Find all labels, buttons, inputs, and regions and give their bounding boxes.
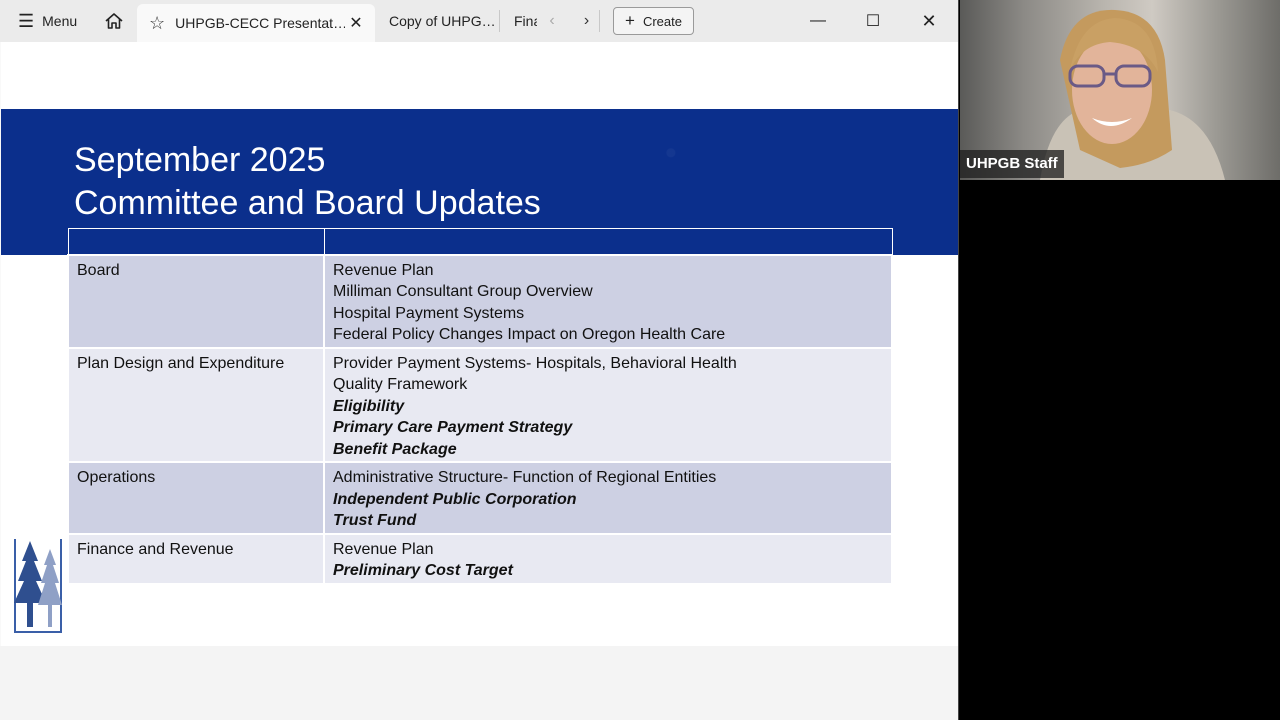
table-header-cell (67, 228, 325, 255)
list-item: Quality Framework (333, 376, 468, 393)
list-item: Revenue Plan (333, 261, 434, 279)
chevron-left-icon: ‹ (549, 12, 555, 29)
video-panel-background (960, 180, 1280, 720)
list-item: Administrative Structure- Function of Re… (333, 469, 717, 486)
menu-button[interactable]: ☰ Menu (8, 0, 88, 42)
tab-label: Copy of UHPG… (389, 13, 496, 29)
table-row: Plan Design and Expenditure Provider Pay… (67, 346, 893, 463)
slide-title: September 2025 Committee and Board Updat… (74, 139, 541, 225)
table-row: Board Revenue Plan Milliman Consultant G… (67, 253, 893, 349)
chevron-right-icon: › (583, 12, 590, 29)
list-item: Preliminary Cost Target (333, 562, 513, 579)
list-item: Milliman Consultant Group Overview (333, 283, 593, 300)
minimize-button[interactable]: — (805, 0, 831, 42)
tab-finance[interactable]: Fina (501, 10, 537, 32)
slide-title-line2: Committee and Board Updates (74, 184, 541, 222)
table-row: Finance and Revenue Revenue Plan Prelimi… (67, 532, 893, 585)
star-icon[interactable]: ☆ (149, 13, 165, 34)
maximize-icon: ☐ (865, 13, 881, 30)
committee-cell: Operations (67, 461, 325, 535)
tab-active-presentation[interactable]: ☆ UHPGB-CECC Presentat… ✕ (137, 4, 375, 42)
list-item: Independent Public Corporation (333, 490, 577, 508)
committee-cell: Board (67, 253, 325, 349)
items-cell: Revenue Plan Milliman Consultant Group O… (323, 253, 893, 349)
home-icon (105, 13, 123, 29)
committee-cell: Finance and Revenue (67, 532, 325, 585)
menu-label: Menu (42, 13, 78, 29)
table-row: Operations Administrative Structure- Fun… (67, 461, 893, 535)
tab-label: Fina (514, 13, 537, 29)
list-item: Benefit Package (333, 440, 457, 458)
slide: September 2025 Committee and Board Updat… (1, 42, 958, 646)
slide-footer-area (0, 646, 958, 720)
tabs-prev-button[interactable]: ‹ (541, 0, 563, 42)
tab-copy-of-uhpgb[interactable]: Copy of UHPG… (376, 10, 500, 32)
hamburger-icon: ☰ (18, 10, 35, 31)
participant-video[interactable]: UHPGB Staff (960, 0, 1280, 180)
home-button[interactable] (100, 0, 128, 42)
title-bar: ☰ Menu ☆ UHPGB-CECC Presentat… ✕ Copy of… (0, 0, 958, 42)
items-cell: Administrative Structure- Function of Re… (323, 461, 893, 535)
tab-label: UHPGB-CECC Presentat… (175, 15, 345, 31)
updates-table: Board Revenue Plan Milliman Consultant G… (67, 228, 893, 585)
list-item: Trust Fund (333, 512, 417, 529)
list-item: Provider Payment Systems- Hospitals, Beh… (333, 354, 737, 372)
slide-title-line1: September 2025 (74, 141, 326, 179)
committee-cell: Plan Design and Expenditure (67, 346, 325, 463)
minimize-icon: — (810, 12, 826, 29)
create-label: Create (642, 13, 682, 29)
table-header-cell (323, 228, 893, 255)
tab-close-icon[interactable]: ✕ (345, 13, 367, 33)
list-item: Primary Care Payment Strategy (333, 419, 573, 436)
participant-name: UHPGB Staff (960, 150, 1064, 178)
create-button[interactable]: + Create (613, 7, 694, 35)
tree-logo (14, 539, 62, 633)
presentation-window: ☰ Menu ☆ UHPGB-CECC Presentat… ✕ Copy of… (0, 0, 959, 720)
list-item: Federal Policy Changes Impact on Oregon … (333, 326, 726, 343)
items-cell: Revenue Plan Preliminary Cost Target (323, 532, 893, 585)
plus-icon: + (625, 11, 635, 30)
items-cell: Provider Payment Systems- Hospitals, Beh… (323, 346, 893, 463)
list-item: Revenue Plan (333, 540, 434, 558)
list-item: Hospital Payment Systems (333, 304, 525, 322)
pine-trees-icon (14, 541, 62, 627)
close-window-button[interactable]: ✕ (916, 0, 942, 42)
table-header-row (67, 228, 893, 255)
close-icon: ✕ (921, 10, 937, 31)
list-item: Eligibility (333, 397, 405, 415)
tabs-next-button[interactable]: › (578, 10, 600, 32)
maximize-button[interactable]: ☐ (860, 0, 886, 42)
